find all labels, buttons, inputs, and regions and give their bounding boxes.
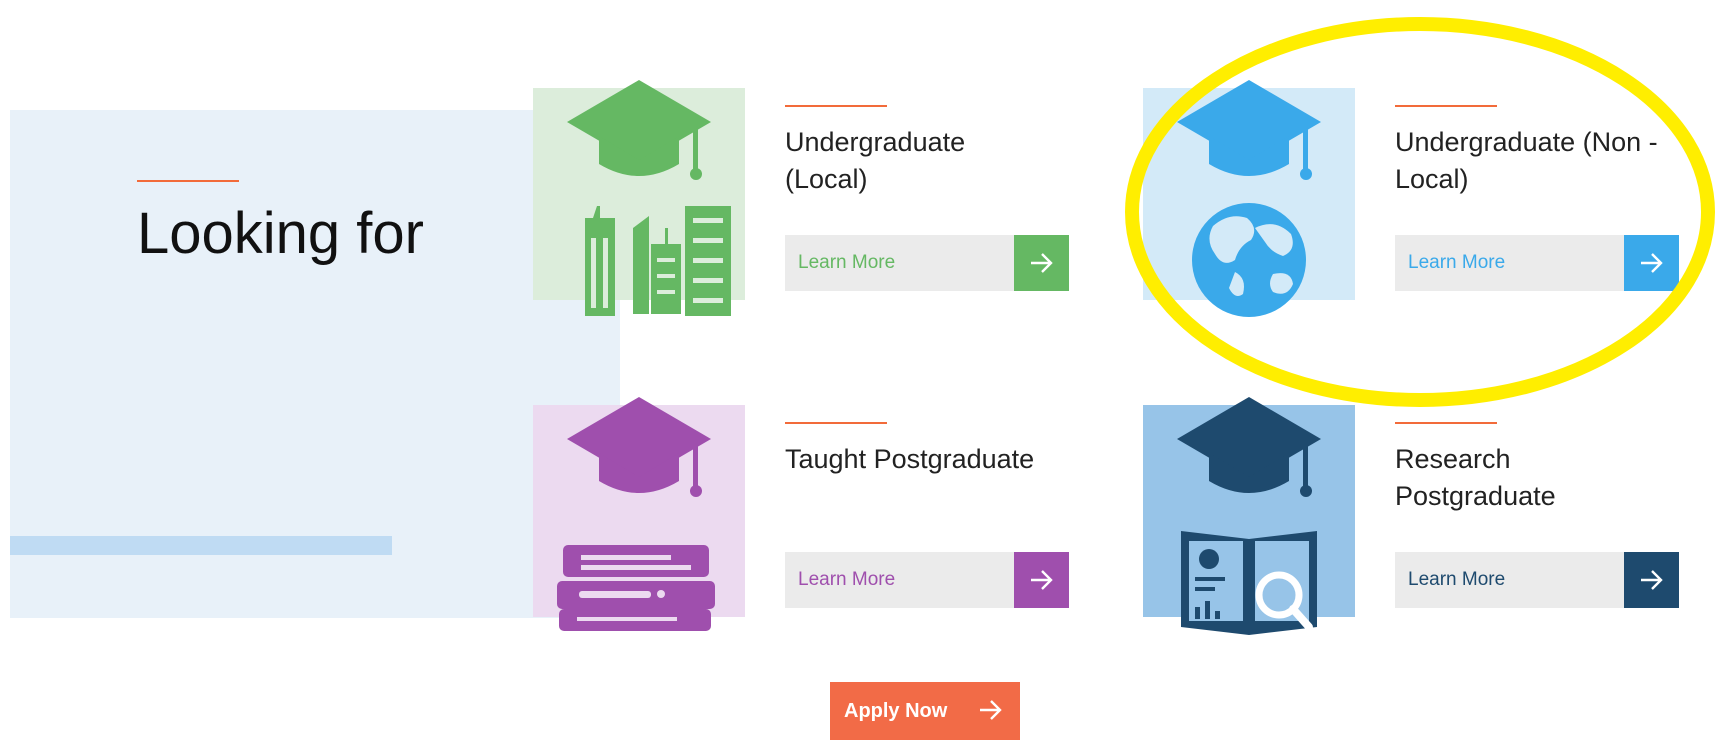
learn-more-button-undergrad-local[interactable]: Learn More — [785, 235, 1069, 291]
learn-more-label: Learn More — [1408, 569, 1506, 590]
arrow-right-icon — [980, 700, 1002, 720]
apply-now-label: Apply Now — [844, 700, 948, 722]
card-accent-line — [1395, 105, 1497, 107]
card-title-undergrad-local: Undergraduate (Local) — [785, 127, 966, 194]
learn-more-label: Learn More — [1408, 252, 1506, 273]
learn-more-button-undergrad-nonlocal[interactable]: Learn More — [1395, 235, 1679, 291]
intro-title: Looking for — [137, 201, 424, 266]
apply-now-button[interactable]: Apply Now — [830, 682, 1020, 740]
intro-accent-line — [137, 180, 239, 182]
arrow-right-icon — [1014, 552, 1069, 608]
learn-more-button-taught-postgrad[interactable]: Learn More — [785, 552, 1069, 608]
card-title-undergrad-nonlocal: Undergraduate (Non - Local) — [1395, 127, 1658, 194]
card-accent-line — [785, 105, 887, 107]
arrow-right-icon — [1014, 235, 1069, 291]
globe-icon — [1192, 203, 1306, 317]
arrow-right-icon — [1624, 235, 1679, 291]
card-accent-line — [785, 422, 887, 424]
learn-more-label: Learn More — [798, 252, 896, 273]
books-icon — [557, 545, 715, 631]
learn-more-label: Learn More — [798, 569, 896, 590]
arrow-right-icon — [1624, 552, 1679, 608]
card-title-taught-postgrad: Taught Postgraduate — [785, 444, 1035, 474]
card-accent-line — [1395, 422, 1497, 424]
intro-decor-bar — [10, 536, 392, 555]
city-buildings-icon — [585, 206, 731, 316]
learn-more-button-research-postgrad[interactable]: Learn More — [1395, 552, 1679, 608]
research-report-icon — [1181, 531, 1317, 635]
card-title-research-postgrad: Research Postgraduate — [1395, 444, 1556, 511]
